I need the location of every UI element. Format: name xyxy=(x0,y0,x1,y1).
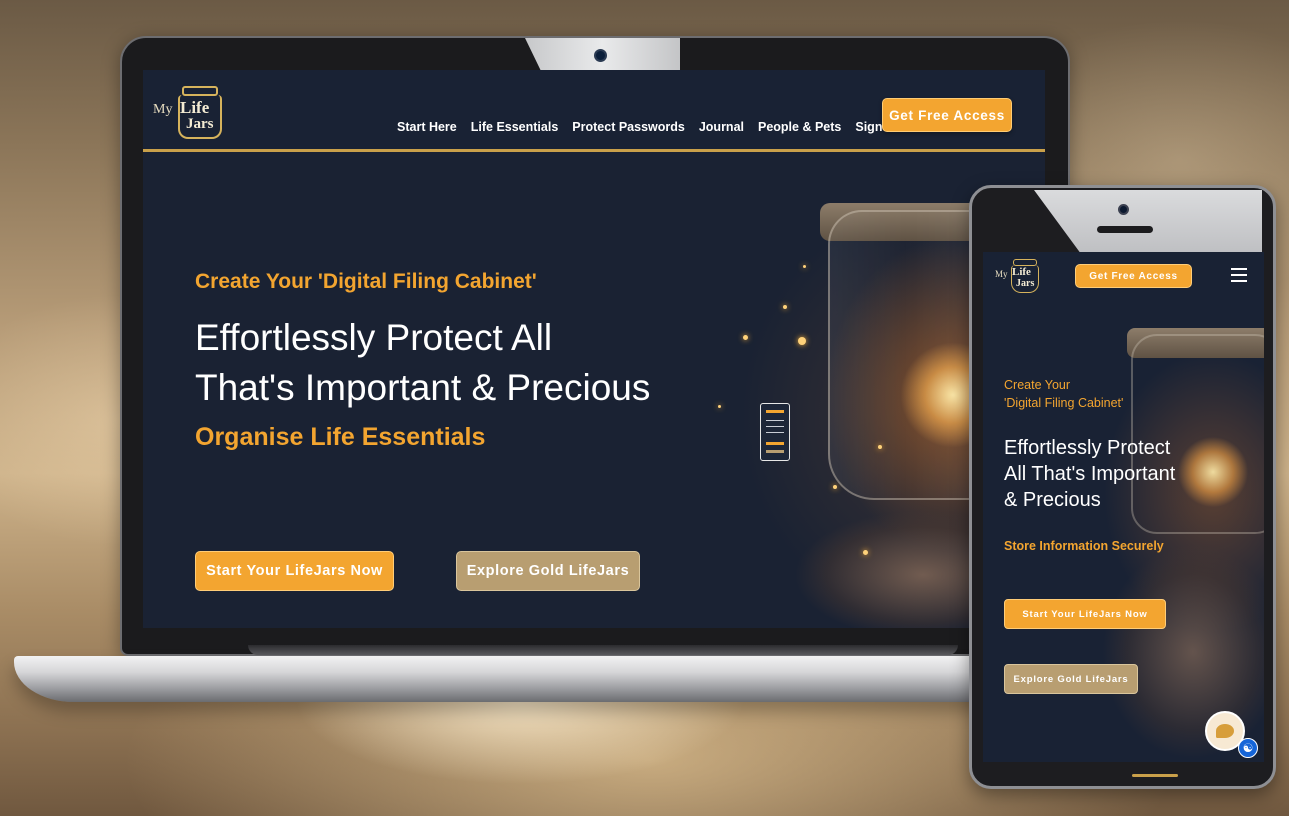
phone-home-indicator xyxy=(1132,774,1178,777)
get-free-access-button[interactable]: Get Free Access xyxy=(1075,264,1192,288)
mini-phone-line xyxy=(766,426,784,427)
hero-subtitle: Organise Life Essentials xyxy=(195,423,486,451)
hero-subtitle: Store Information Securely xyxy=(1004,539,1164,553)
nav-item-people-pets[interactable]: People & Pets xyxy=(758,120,841,134)
hero-title-line: Effortlessly Protect xyxy=(1004,437,1171,459)
explore-gold-button[interactable]: Explore Gold LifeJars xyxy=(1004,664,1138,694)
logo-text-my: My xyxy=(995,269,1008,279)
hero-title: Effortlessly Protect All That's Importan… xyxy=(195,313,715,413)
laptop-hinge xyxy=(248,645,958,655)
hero-eyebrow-line: 'Digital Filing Cabinet' xyxy=(1004,396,1124,410)
phone-camera-icon xyxy=(1118,204,1129,215)
mini-phone-line xyxy=(766,420,784,421)
sparkle xyxy=(718,405,721,408)
site-header: My Life Jars Start Here Life Essentials … xyxy=(143,70,1045,152)
logo-text-life: Life xyxy=(1012,266,1031,278)
hamburger-icon[interactable] xyxy=(1231,268,1247,282)
start-lifejars-button[interactable]: Start Your LifeJars Now xyxy=(1004,599,1166,629)
mylifejars-logo[interactable]: My Life Jars xyxy=(995,259,1039,293)
sparkle xyxy=(803,265,806,268)
hero-section: Create Your 'Digital Filing Cabinet' Eff… xyxy=(143,155,1045,628)
sparkle xyxy=(878,445,882,449)
sparkle xyxy=(863,550,868,555)
hero-title: Effortlessly Protect All That's Importan… xyxy=(1004,435,1234,513)
logo-text-jars: Jars xyxy=(1016,278,1035,289)
mini-phone-bar xyxy=(766,450,784,453)
laptop-camera-icon xyxy=(594,49,607,62)
nav-item-start-here[interactable]: Start Here xyxy=(397,120,457,134)
hamburger-line xyxy=(1231,274,1247,276)
hamburger-line xyxy=(1231,280,1247,282)
nav-item-journal[interactable]: Journal xyxy=(699,120,744,134)
hero-title-line: & Precious xyxy=(1004,489,1101,511)
phone-header: My Life Jars Get Free Access xyxy=(983,252,1264,300)
laptop-screen: My Life Jars Start Here Life Essentials … xyxy=(143,70,1045,628)
logo-text-jars: Jars xyxy=(186,116,214,132)
hero-eyebrow: Create Your 'Digital Filing Cabinet' xyxy=(195,270,537,293)
get-free-access-button[interactable]: Get Free Access xyxy=(882,98,1012,132)
accessibility-icon[interactable]: ☯ xyxy=(1238,738,1258,758)
phone-speaker xyxy=(1097,226,1153,233)
sparkle xyxy=(783,305,787,309)
logo-text-my: My xyxy=(153,102,173,117)
sparkle xyxy=(798,337,806,345)
nav-item-protect-passwords[interactable]: Protect Passwords xyxy=(572,120,685,134)
hero-eyebrow: Create Your 'Digital Filing Cabinet' xyxy=(1004,376,1204,412)
hero-title-line: That's Important & Precious xyxy=(195,367,651,408)
hero-title-line: All That's Important xyxy=(1004,463,1176,485)
laptop-base xyxy=(14,656,1044,702)
chat-bubble-shape xyxy=(1216,724,1234,738)
sparkle xyxy=(833,485,837,489)
logo-text-life: Life xyxy=(180,98,210,117)
hero-title-line: Effortlessly Protect All xyxy=(195,317,553,358)
mylifejars-logo[interactable]: My Life Jars xyxy=(153,86,222,140)
mini-phone-bar xyxy=(766,410,784,413)
nav-item-life-essentials[interactable]: Life Essentials xyxy=(471,120,559,134)
sparkle xyxy=(743,335,748,340)
main-nav: Start Here Life Essentials Protect Passw… xyxy=(397,120,897,134)
explore-gold-button[interactable]: Explore Gold LifeJars xyxy=(456,551,640,591)
mini-phone-line xyxy=(766,432,784,433)
phone-screen: My Life Jars Get Free Access Create Your… xyxy=(983,252,1264,762)
hero-eyebrow-line: Create Your xyxy=(1004,378,1071,392)
start-lifejars-button[interactable]: Start Your LifeJars Now xyxy=(195,551,394,591)
mini-phone-thumbnail xyxy=(760,403,790,461)
hamburger-line xyxy=(1231,268,1247,270)
mini-phone-bar xyxy=(766,442,784,445)
